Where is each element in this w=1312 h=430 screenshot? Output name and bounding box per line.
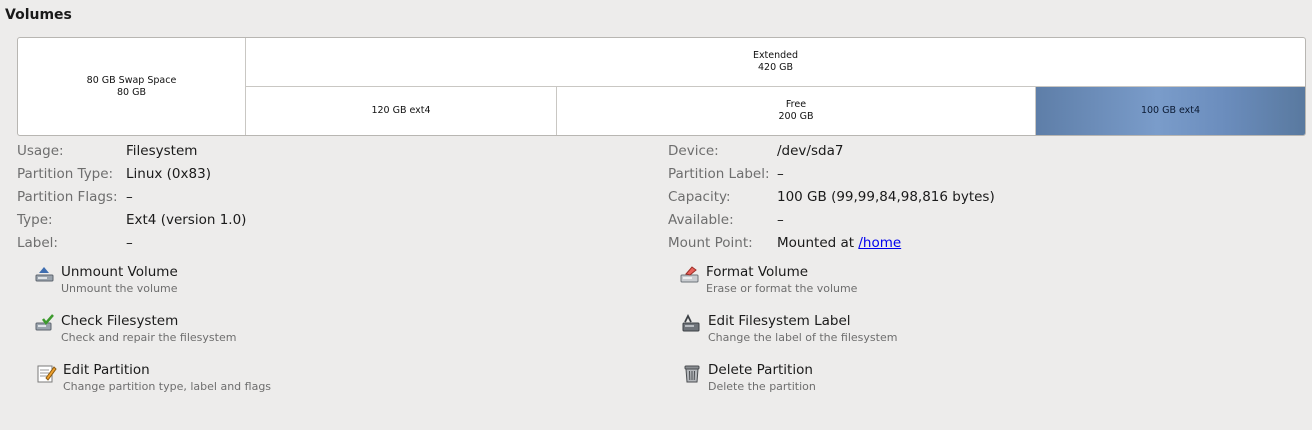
available-value: – xyxy=(777,212,784,228)
format-volume-button[interactable]: Format Volume Erase or format the volume xyxy=(680,264,1000,304)
partition-type-label: Partition Type: xyxy=(17,166,114,182)
section-title: Volumes xyxy=(5,7,72,23)
volume-swap[interactable]: 80 GB Swap Space 80 GB xyxy=(18,38,246,135)
mount-point-prefix: Mounted at xyxy=(777,235,859,251)
volume-swap-name: 80 GB Swap Space xyxy=(86,74,177,86)
volume-free[interactable]: Free 200 GB xyxy=(557,87,1036,135)
check-filesystem-icon xyxy=(35,314,55,334)
label-value: – xyxy=(126,235,133,251)
edit-partition-title: Edit Partition xyxy=(63,362,150,378)
capacity-label: Capacity: xyxy=(668,189,731,205)
volume-extended-name: Extended xyxy=(752,50,799,61)
unmount-volume-title: Unmount Volume xyxy=(61,264,178,280)
type-label: Type: xyxy=(17,212,53,228)
volume-map: 80 GB Swap Space 80 GB Extended 420 GB 1… xyxy=(17,37,1306,136)
usage-value: Filesystem xyxy=(126,143,198,159)
volume-free-name: Free xyxy=(785,99,807,110)
partition-label-label: Partition Label: xyxy=(668,166,770,182)
check-filesystem-title: Check Filesystem xyxy=(61,313,179,329)
edit-label-icon xyxy=(682,313,702,334)
mount-point-link[interactable]: /home xyxy=(858,235,901,251)
format-volume-desc: Erase or format the volume xyxy=(706,282,858,295)
edit-partition-desc: Change partition type, label and flags xyxy=(63,380,272,393)
volume-ext4-120[interactable]: 120 GB ext4 xyxy=(246,87,557,135)
label-label: Label: xyxy=(17,235,58,251)
unmount-volume-button[interactable]: Unmount Volume Unmount the volume xyxy=(35,264,355,304)
edit-partition-button[interactable]: Edit Partition Change partition type, la… xyxy=(37,362,357,402)
mount-point-value: Mounted at /home xyxy=(777,235,901,251)
partition-type-value: Linux (0x83) xyxy=(126,166,211,182)
edit-filesystem-label-desc: Change the label of the filesystem xyxy=(708,331,898,344)
delete-partition-button[interactable]: Delete Partition Delete the partition xyxy=(682,362,1002,402)
edit-filesystem-label-title: Edit Filesystem Label xyxy=(708,313,851,329)
usage-label: Usage: xyxy=(17,143,64,159)
device-value: /dev/sda7 xyxy=(777,143,844,159)
volume-extended[interactable]: Extended 420 GB xyxy=(246,38,1305,87)
capacity-value: 100 GB (99,99,84,98,816 bytes) xyxy=(777,189,995,205)
format-volume-title: Format Volume xyxy=(706,264,809,280)
partition-flags-value: – xyxy=(126,189,133,205)
volume-ext4-120-name: 120 GB ext4 xyxy=(371,105,431,116)
format-drive-icon xyxy=(680,265,700,285)
unmount-drive-icon xyxy=(35,265,55,285)
check-filesystem-desc: Check and repair the filesystem xyxy=(61,331,237,344)
volume-extended-size: 420 GB xyxy=(757,62,794,73)
volume-ext4-100-name: 100 GB ext4 xyxy=(1140,105,1201,116)
available-label: Available: xyxy=(668,212,734,228)
unmount-volume-desc: Unmount the volume xyxy=(61,282,178,295)
delete-partition-title: Delete Partition xyxy=(708,362,813,378)
partition-flags-label: Partition Flags: xyxy=(17,189,118,205)
volume-free-size: 200 GB xyxy=(778,111,814,122)
edit-partition-icon xyxy=(37,363,57,383)
type-value: Ext4 (version 1.0) xyxy=(126,212,247,228)
trash-icon xyxy=(682,363,702,383)
volume-ext4-100-selected[interactable]: 100 GB ext4 xyxy=(1036,87,1305,135)
delete-partition-desc: Delete the partition xyxy=(708,380,816,393)
volume-swap-size: 80 GB xyxy=(117,86,146,98)
partition-label-value: – xyxy=(777,166,784,182)
edit-filesystem-label-button[interactable]: Edit Filesystem Label Change the label o… xyxy=(682,313,1002,353)
device-label: Device: xyxy=(668,143,719,159)
mount-point-label: Mount Point: xyxy=(668,235,753,251)
check-filesystem-button[interactable]: Check Filesystem Check and repair the fi… xyxy=(35,313,355,353)
